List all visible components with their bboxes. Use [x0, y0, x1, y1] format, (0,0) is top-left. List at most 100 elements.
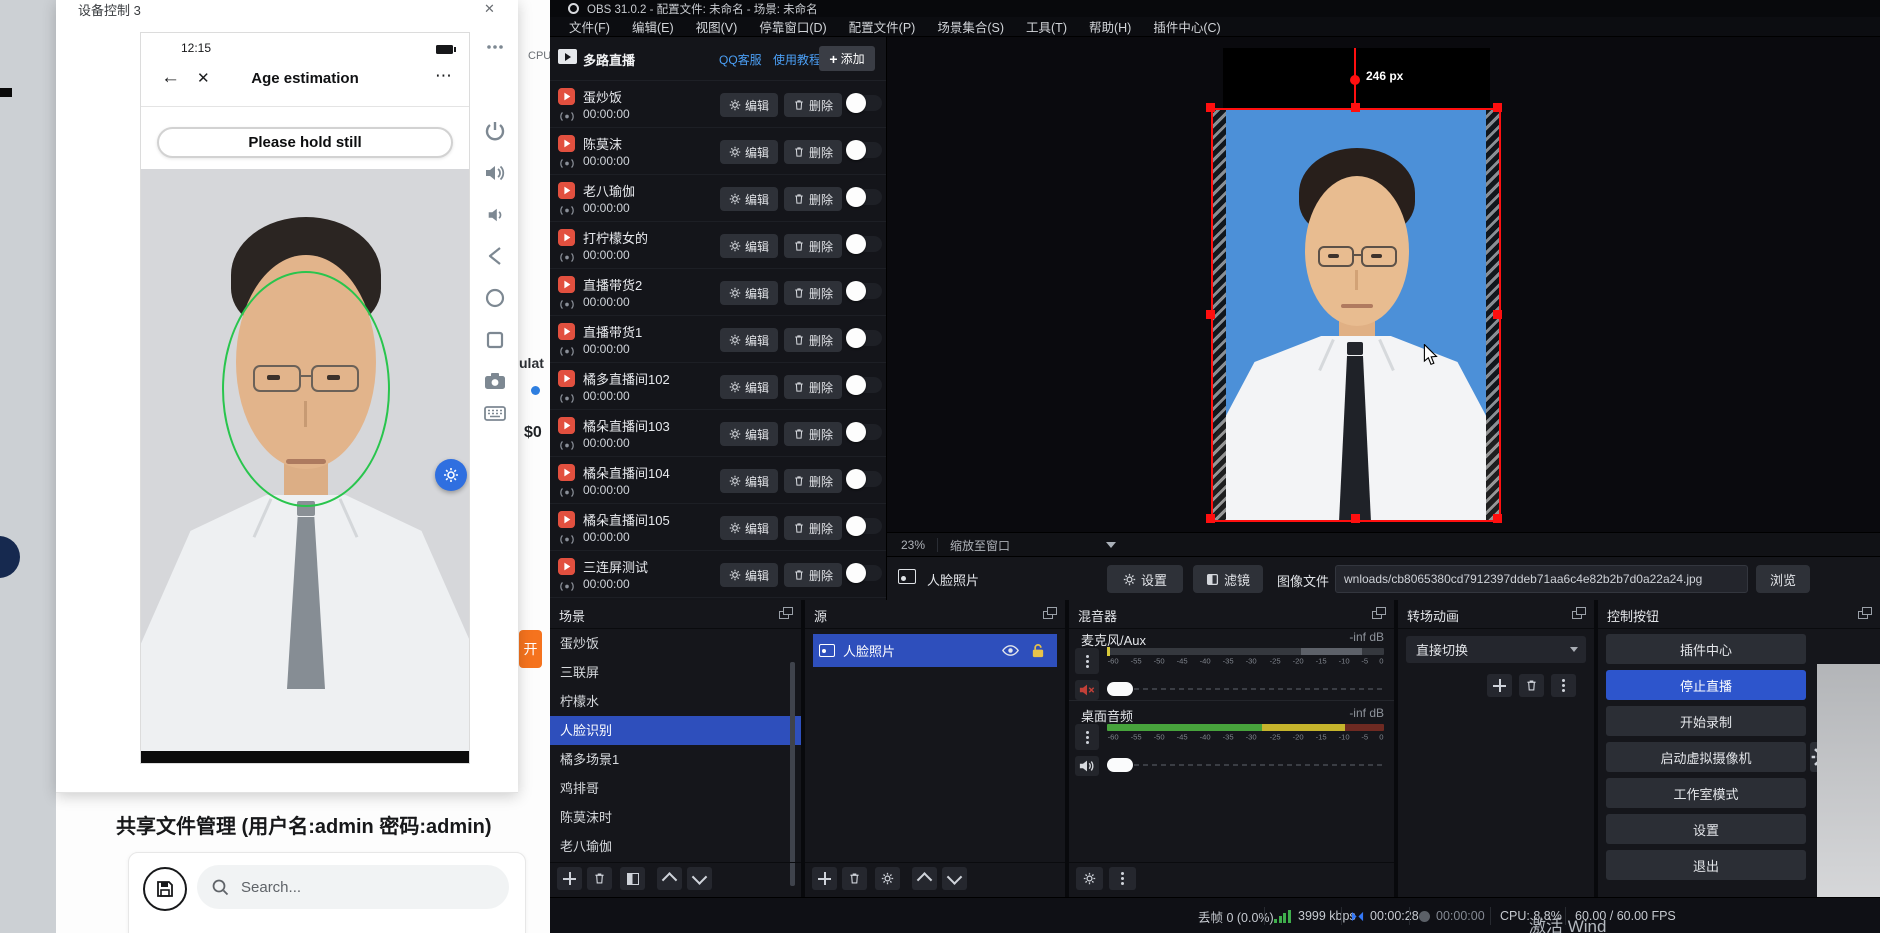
face-photo-source[interactable]	[1211, 108, 1501, 522]
volume-slider[interactable]	[1107, 680, 1384, 698]
popout-icon[interactable]	[779, 607, 793, 619]
control-button-7[interactable]: 退出	[1606, 850, 1806, 880]
scene-item[interactable]: 蛋炒饭	[550, 629, 801, 658]
resize-handle-tl[interactable]	[1206, 103, 1215, 112]
volume-slider[interactable]	[1107, 756, 1384, 774]
chevron-down-icon[interactable]	[1106, 542, 1116, 548]
popout-icon[interactable]	[1572, 607, 1586, 619]
resize-handle-br[interactable]	[1493, 514, 1502, 523]
resize-handle-ml[interactable]	[1206, 310, 1215, 319]
visibility-eye-icon[interactable]	[1002, 642, 1019, 659]
delete-stream-button[interactable]: 删除	[784, 281, 842, 305]
edit-stream-button[interactable]: 编辑	[720, 469, 778, 493]
source-settings-button[interactable]: 设置	[1107, 565, 1183, 593]
screenshot-camera-icon[interactable]	[482, 368, 508, 394]
stream-toggle[interactable]	[848, 95, 882, 111]
scene-item[interactable]: 人脸识别	[550, 716, 801, 745]
delete-stream-button[interactable]: 删除	[784, 469, 842, 493]
remove-source-button[interactable]	[842, 867, 867, 890]
source-properties-button[interactable]	[875, 867, 900, 890]
source-item-selected[interactable]: 人脸照片	[813, 634, 1057, 667]
menu-item[interactable]: 帮助(H)	[1078, 17, 1142, 36]
slider-knob[interactable]	[1107, 758, 1133, 772]
menu-item[interactable]: 编辑(E)	[621, 17, 685, 36]
edit-stream-button[interactable]: 编辑	[720, 93, 778, 117]
source-filters-button[interactable]: 滤镜	[1193, 565, 1263, 593]
add-transition-button[interactable]	[1487, 674, 1512, 697]
add-scene-button[interactable]	[557, 867, 582, 890]
menu-item[interactable]: 插件中心(C)	[1142, 17, 1231, 36]
open-button-fragment[interactable]: 开	[519, 630, 542, 668]
resize-handle-bm[interactable]	[1351, 514, 1360, 523]
advanced-audio-button[interactable]	[1076, 867, 1103, 890]
mute-button[interactable]	[1075, 756, 1099, 776]
scene-item[interactable]: 橘多场景1	[550, 745, 801, 774]
transition-properties-button[interactable]	[1551, 674, 1576, 697]
move-source-up-button[interactable]	[912, 867, 937, 890]
menu-item[interactable]: 停靠窗口(D)	[748, 17, 837, 36]
delete-stream-button[interactable]: 删除	[784, 234, 842, 258]
control-button-1[interactable]: 插件中心	[1606, 634, 1806, 664]
delete-stream-button[interactable]: 删除	[784, 422, 842, 446]
popout-icon[interactable]	[1858, 607, 1872, 619]
edit-stream-button[interactable]: 编辑	[720, 375, 778, 399]
edit-stream-button[interactable]: 编辑	[720, 140, 778, 164]
search-input[interactable]	[239, 878, 483, 897]
more-options-icon[interactable]	[482, 34, 508, 60]
delete-stream-button[interactable]: 删除	[784, 140, 842, 164]
popout-icon[interactable]	[1372, 607, 1386, 619]
scene-item[interactable]: 老八瑜伽	[550, 832, 801, 861]
scene-item[interactable]: 三联屏	[550, 658, 801, 687]
delete-stream-button[interactable]: 删除	[784, 375, 842, 399]
slider-knob[interactable]	[1107, 682, 1133, 696]
delete-stream-button[interactable]: 删除	[784, 93, 842, 117]
stream-toggle[interactable]	[848, 377, 882, 393]
save-disk-button[interactable]	[143, 867, 187, 911]
control-button-3[interactable]: 开始录制	[1606, 706, 1806, 736]
menu-item[interactable]: 场景集合(S)	[926, 17, 1015, 36]
edit-stream-button[interactable]: 编辑	[720, 516, 778, 540]
browse-button[interactable]: 浏览	[1756, 565, 1810, 593]
edit-stream-button[interactable]: 编辑	[720, 328, 778, 352]
floating-settings-button[interactable]	[435, 459, 467, 491]
android-home-icon[interactable]	[482, 285, 508, 311]
move-scene-down-button[interactable]	[687, 867, 712, 890]
edit-stream-button[interactable]: 编辑	[720, 422, 778, 446]
zoom-mode[interactable]: 缩放至窗口	[950, 537, 1010, 554]
close-icon[interactable]: ✕	[484, 1, 495, 17]
channel-menu-button[interactable]	[1075, 648, 1099, 674]
delete-stream-button[interactable]: 删除	[784, 328, 842, 352]
move-scene-up-button[interactable]	[657, 867, 682, 890]
stream-toggle[interactable]	[848, 142, 882, 158]
add-stream-button[interactable]: +添加	[819, 46, 875, 71]
menu-item[interactable]: 文件(F)	[558, 17, 621, 36]
edit-stream-button[interactable]: 编辑	[720, 234, 778, 258]
resize-handle-tr[interactable]	[1493, 103, 1502, 112]
image-path-input[interactable]	[1335, 565, 1748, 593]
preview-canvas[interactable]: 246 px	[887, 37, 1880, 532]
tutorial-link[interactable]: 使用教程	[773, 51, 821, 68]
qq-support-link[interactable]: QQ客服	[719, 51, 762, 68]
edit-stream-button[interactable]: 编辑	[720, 187, 778, 211]
android-recents-icon[interactable]	[482, 327, 508, 353]
menu-item[interactable]: 视图(V)	[685, 17, 749, 36]
stream-toggle[interactable]	[848, 424, 882, 440]
resize-handle-bl[interactable]	[1206, 514, 1215, 523]
scene-item[interactable]: 陈莫沫时	[550, 803, 801, 832]
delete-stream-button[interactable]: 删除	[784, 563, 842, 587]
android-back-icon[interactable]	[482, 243, 508, 269]
mute-button[interactable]	[1075, 680, 1099, 700]
volume-down-icon[interactable]	[482, 202, 508, 228]
remove-transition-button[interactable]	[1519, 674, 1544, 697]
menu-item[interactable]: 工具(T)	[1015, 17, 1078, 36]
stream-toggle[interactable]	[848, 283, 882, 299]
keyboard-icon[interactable]	[482, 400, 508, 426]
control-button-2[interactable]: 停止直播	[1606, 670, 1806, 700]
delete-stream-button[interactable]: 删除	[784, 187, 842, 211]
lock-icon[interactable]	[1031, 643, 1045, 658]
transition-select[interactable]: 直接切换	[1406, 636, 1586, 663]
stream-toggle[interactable]	[848, 471, 882, 487]
power-icon[interactable]	[482, 118, 508, 144]
stream-toggle[interactable]	[848, 236, 882, 252]
channel-menu-button[interactable]	[1075, 724, 1099, 750]
